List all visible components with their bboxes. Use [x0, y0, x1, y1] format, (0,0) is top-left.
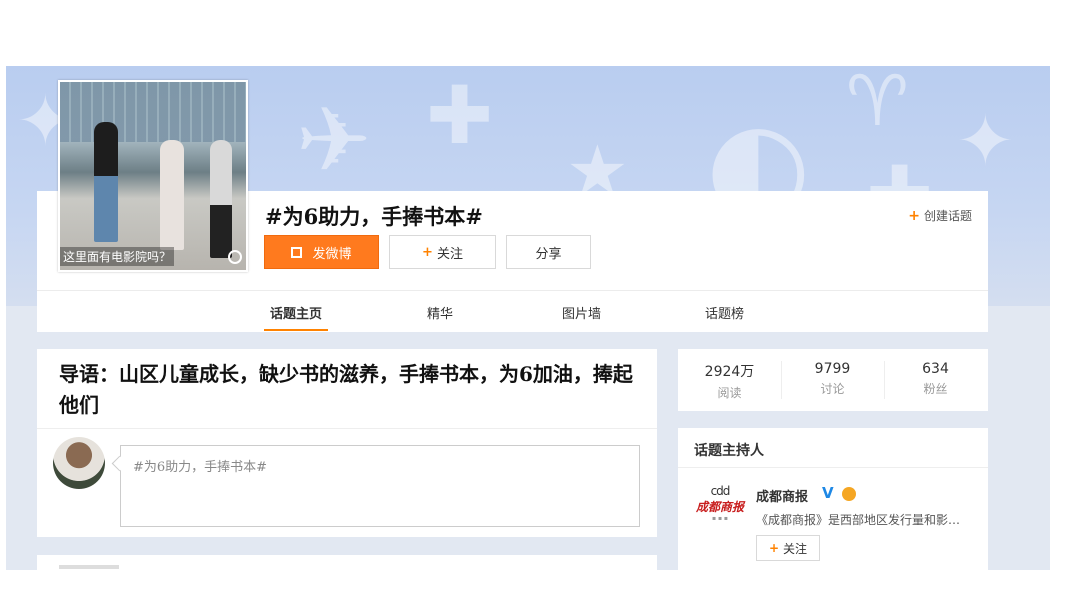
- feed-card: [37, 555, 657, 570]
- intro-divider: [37, 428, 657, 429]
- stat-value: 634: [922, 361, 949, 377]
- cover-person: [160, 140, 184, 250]
- follow-label: 关注: [436, 246, 463, 262]
- create-topic-link[interactable]: + 创建话题: [908, 207, 972, 224]
- host-name[interactable]: 成都商报: [756, 486, 808, 505]
- tab-photo-wall[interactable]: 图片墙: [562, 303, 601, 322]
- stat-fans: 634 粉丝: [884, 361, 987, 397]
- cover-person: [94, 122, 118, 242]
- host-divider: [678, 467, 988, 468]
- topic-host-card: 话题主持人 cdd 成都商报 ▪ ▪ ▪ 成都商报 V 《成都商报》是西部地区发…: [678, 428, 988, 570]
- host-logo-name: 成都商报: [695, 500, 744, 514]
- plus-icon: +: [908, 208, 920, 224]
- edit-icon: [291, 246, 303, 258]
- puzzle-icon: ✚: [426, 69, 494, 162]
- intro-card: 导语：山区儿童成长，缺少书的滋养，手捧书本，为6加油，捧起他们 #为6助力，手捧…: [37, 349, 657, 537]
- stat-discussions: 9799 讨论: [781, 361, 884, 397]
- stat-label: 粉丝: [923, 382, 948, 396]
- host-logo-dots: ▪ ▪ ▪: [711, 515, 728, 522]
- verified-icon: V: [822, 484, 834, 502]
- composer-input[interactable]: #为6助力，手捧书本#: [133, 456, 613, 475]
- replay-icon[interactable]: [228, 250, 242, 264]
- topic-intro: 导语：山区儿童成长，缺少书的滋养，手捧书本，为6加油，捧起他们: [59, 362, 633, 417]
- topic-title: #为6助力，手捧书本#: [265, 204, 483, 229]
- tab-topic-ranking[interactable]: 话题榜: [705, 303, 744, 322]
- share-label: 分享: [535, 246, 562, 262]
- host-description: 《成都商报》是西部地区发行量和影…: [756, 513, 961, 527]
- stat-value: 9799: [814, 361, 851, 377]
- post-label: 发微博: [312, 246, 352, 262]
- follow-topic-button[interactable]: + 关注: [389, 235, 496, 269]
- topic-cover-image[interactable]: 这里面有电影院吗？: [58, 80, 248, 272]
- composer-arrow: [111, 455, 128, 472]
- follow-host-button[interactable]: + 关注: [756, 535, 820, 561]
- stat-label: 讨论: [820, 382, 845, 396]
- topic-tabs: 话题主页 精华 图片墙 话题榜: [37, 291, 988, 332]
- cover-person: [210, 140, 232, 258]
- tab-featured[interactable]: 精华: [427, 303, 453, 322]
- create-topic-label: 创建话题: [923, 209, 972, 223]
- feed-card-header: [59, 565, 119, 569]
- post-composer[interactable]: #为6助力，手捧书本#: [111, 445, 640, 527]
- user-avatar[interactable]: [53, 437, 105, 489]
- cover-building: [60, 82, 246, 142]
- member-crown-icon: [842, 487, 856, 501]
- tab-topic-home[interactable]: 话题主页: [263, 303, 329, 331]
- topic-stats-card: 2924万 阅读 9799 讨论 634 粉丝: [678, 349, 988, 411]
- stat-value: 2924万: [704, 364, 755, 380]
- plus-icon: +: [768, 541, 780, 555]
- follow-host-label: 关注: [783, 541, 808, 556]
- cover-caption: 这里面有电影院吗？: [60, 247, 175, 266]
- share-button[interactable]: 分享: [506, 235, 591, 269]
- stat-label: 阅读: [717, 386, 742, 400]
- star-icon: ✦: [956, 100, 1015, 182]
- host-logo-mark: cdd: [710, 484, 731, 498]
- plus-icon: +: [422, 244, 433, 260]
- host-logo[interactable]: cdd 成都商报 ▪ ▪ ▪: [694, 484, 746, 532]
- post-weibo-button[interactable]: 发微博: [264, 235, 379, 269]
- topic-page-frame: ✦ ✈ ✚ ★ ◐ ♈ ✦ ✚ #为6助力，手捧书本# +创建话题 发微博 +关…: [6, 66, 1050, 570]
- host-section-title: 话题主持人: [694, 443, 764, 459]
- stat-reads: 2924万 阅读: [678, 361, 781, 401]
- aries-icon: ♈: [846, 66, 909, 142]
- airplane-icon: ✈: [296, 88, 372, 193]
